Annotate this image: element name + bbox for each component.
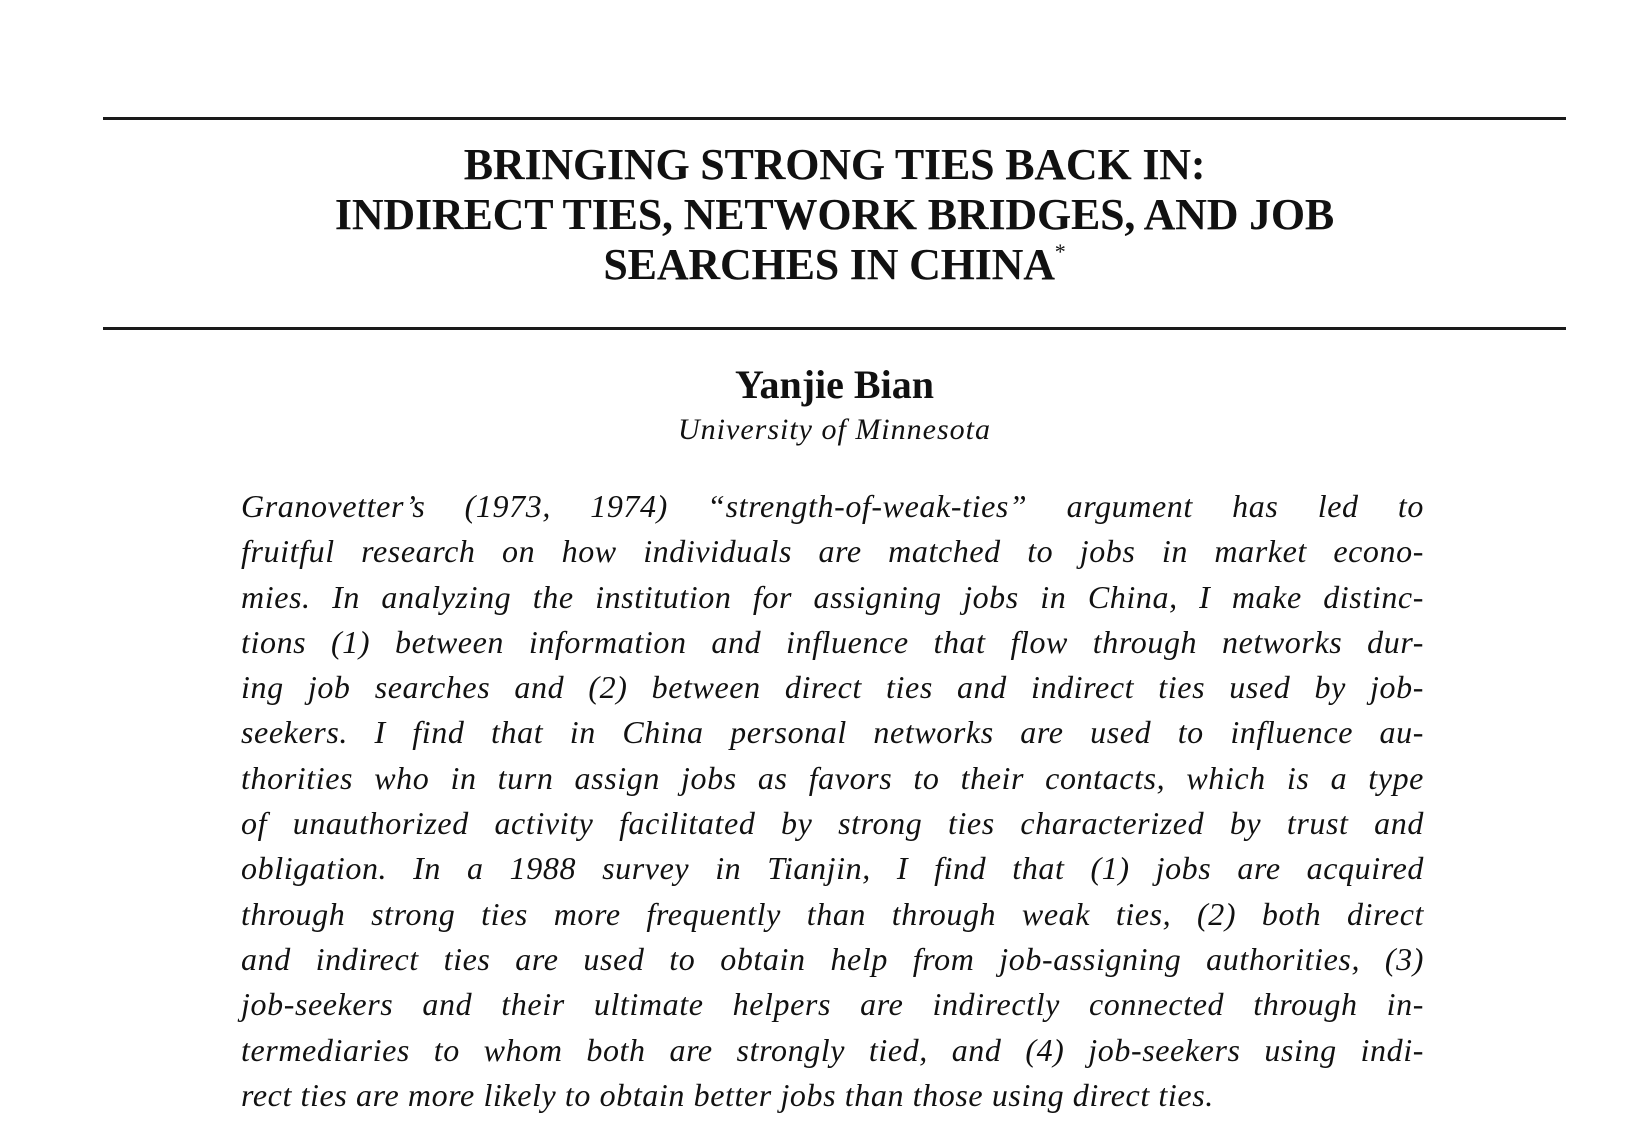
abstract: Granovetter’s (1973, 1974) “strength-of-… bbox=[241, 484, 1424, 1118]
title-line-3-text: SEARCHES IN CHINA bbox=[603, 240, 1055, 289]
abstract-line: job-seekers and their ultimate helpers a… bbox=[241, 986, 1424, 1023]
abstract-line: fruitful research on how individuals are… bbox=[241, 533, 1424, 570]
abstract-line: of unauthorized activity facilitated by … bbox=[241, 805, 1424, 842]
abstract-line: ing job searches and (2) between direct … bbox=[241, 669, 1424, 706]
abstract-line: tions (1) between information and influe… bbox=[241, 623, 1424, 660]
title-line-2: INDIRECT TIES, NETWORK BRIDGES, AND JOB bbox=[334, 190, 1335, 239]
abstract-line: seekers. I find that in China personal n… bbox=[241, 714, 1424, 751]
abstract-line: Granovetter’s (1973, 1974) “strength-of-… bbox=[241, 488, 1424, 524]
top-rule bbox=[103, 117, 1566, 120]
title-footnote-mark: * bbox=[1054, 239, 1066, 265]
abstract-line: and indirect ties are used to obtain hel… bbox=[241, 940, 1424, 977]
abstract-line: mies. In analyzing the institution for a… bbox=[241, 578, 1424, 615]
abstract-line: thorities who in turn assign jobs as fav… bbox=[241, 759, 1424, 796]
abstract-line: termediaries to whom both are strongly t… bbox=[241, 1031, 1424, 1068]
abstract-line: rect ties are more likely to obtain bett… bbox=[241, 1076, 1214, 1113]
title-line-3: SEARCHES IN CHINA* bbox=[103, 240, 1566, 290]
abstract-line: through strong ties more frequently than… bbox=[241, 895, 1424, 932]
title-line-1: BRINGING STRONG TIES BACK IN: bbox=[463, 140, 1206, 189]
author-affiliation: University of Minnesota bbox=[678, 413, 991, 446]
abstract-line: obligation. In a 1988 survey in Tianjin,… bbox=[241, 850, 1424, 887]
article-title: BRINGING STRONG TIES BACK IN: INDIRECT T… bbox=[103, 140, 1566, 290]
bottom-rule bbox=[103, 327, 1566, 330]
author-name: Yanjie Bian bbox=[735, 362, 934, 407]
